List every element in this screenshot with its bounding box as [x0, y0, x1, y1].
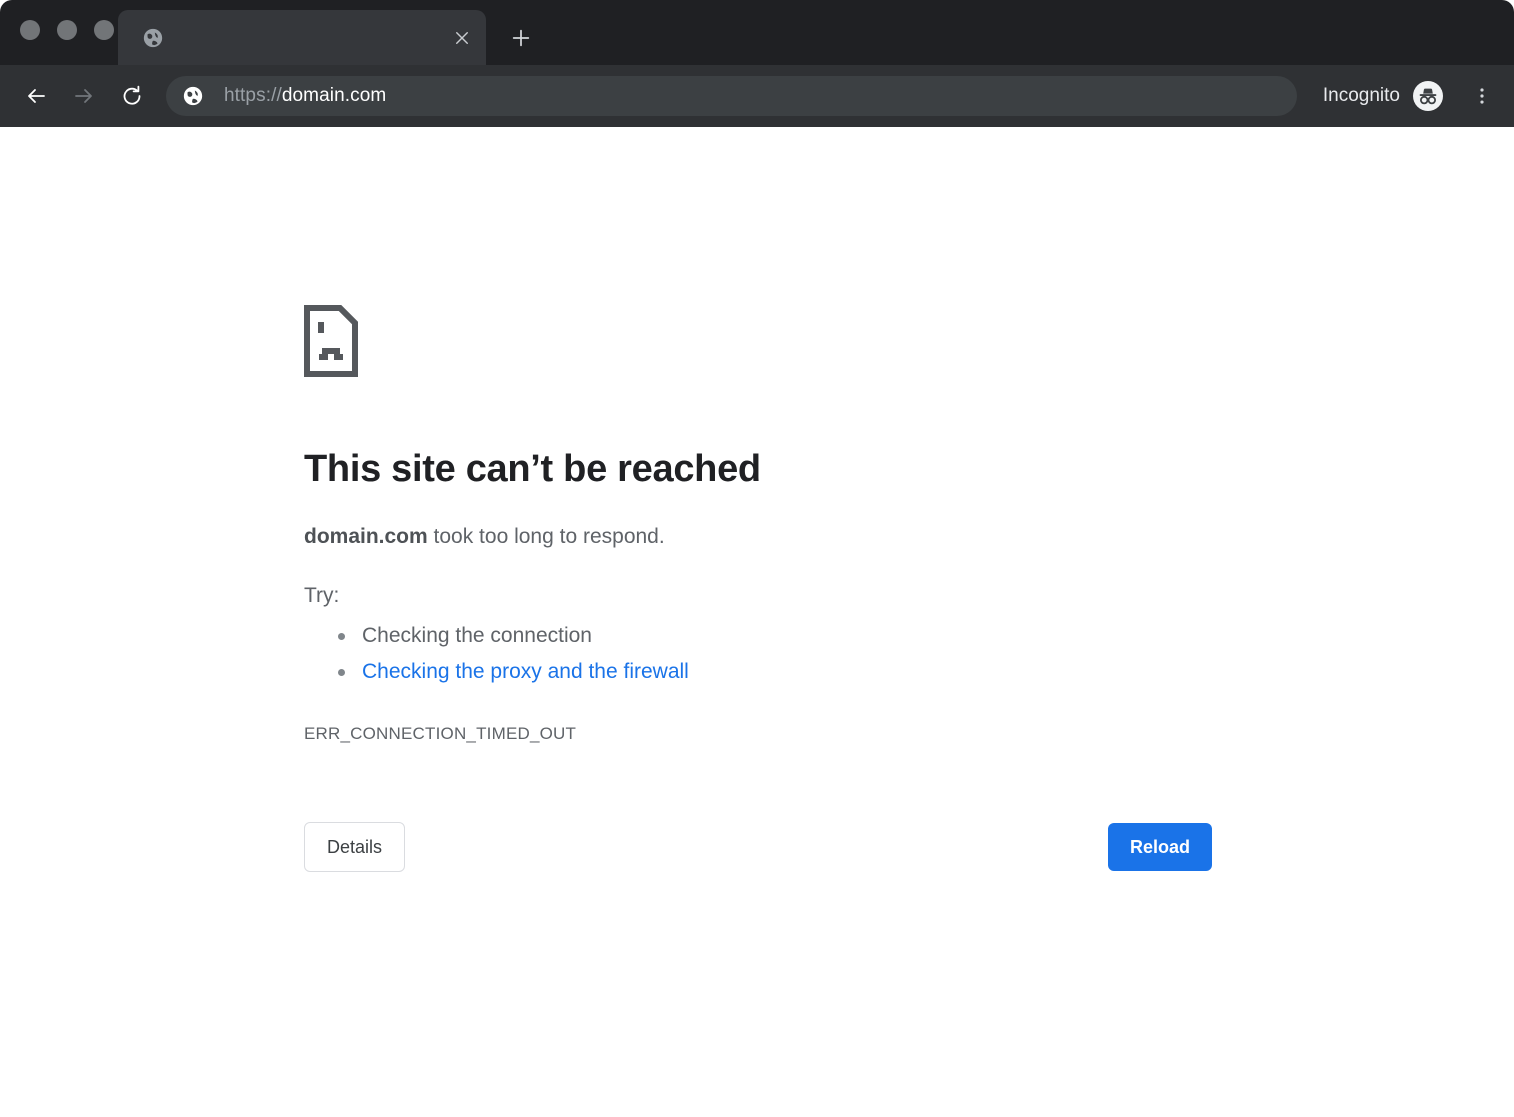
error-content: This site can’t be reached domain.com to…: [304, 305, 1212, 744]
url-host: domain.com: [281, 85, 387, 106]
url-scheme: https://: [224, 85, 282, 106]
reload-page-button[interactable]: Reload: [1107, 823, 1212, 871]
details-button[interactable]: Details: [304, 822, 406, 872]
arrow-left-icon: [28, 89, 45, 103]
globe-icon: [142, 27, 164, 49]
close-tab-icon[interactable]: [448, 24, 476, 52]
address-bar-text: https://domain.com: [224, 85, 386, 107]
reload-icon: [123, 85, 141, 105]
reload-button[interactable]: [112, 76, 152, 116]
minimize-window-button[interactable]: [57, 20, 77, 40]
try-label: Try:: [304, 584, 340, 608]
page-title: This site can’t be reached: [304, 448, 761, 490]
error-host: domain.com: [304, 524, 428, 548]
tab-strip: [0, 0, 1514, 65]
close-window-button[interactable]: [20, 20, 40, 40]
profile-label: Incognito: [1322, 85, 1400, 106]
plus-icon: [512, 29, 530, 47]
browser-tab[interactable]: [118, 10, 486, 65]
suggestion-text: Checking the connection: [362, 624, 592, 648]
address-bar[interactable]: https://domain.com: [166, 76, 1297, 116]
list-item: Checking the proxy and the firewall: [338, 654, 1212, 690]
globe-icon: [182, 85, 204, 107]
sad-page-icon: [304, 305, 358, 377]
suggestion-list: Checking the connection Checking the pro…: [304, 618, 1212, 690]
browser-menu-button[interactable]: [1464, 78, 1500, 114]
new-tab-button[interactable]: [504, 21, 538, 55]
error-subtitle-rest: took too long to respond.: [427, 524, 665, 548]
browser-window: https://domain.com Incognito This site c…: [0, 0, 1514, 1117]
suggestion-link[interactable]: Checking the proxy and the firewall: [362, 660, 689, 683]
incognito-icon: [1412, 80, 1444, 112]
browser-toolbar: https://domain.com Incognito: [0, 65, 1514, 127]
back-button[interactable]: [16, 76, 56, 116]
traffic-lights: [20, 20, 114, 40]
forward-button[interactable]: [64, 76, 104, 116]
maximize-window-button[interactable]: [94, 20, 114, 40]
incognito-profile-chip[interactable]: Incognito: [1317, 76, 1450, 116]
error-code: ERR_CONNECTION_TIMED_OUT: [304, 724, 577, 744]
arrow-right-icon: [75, 89, 92, 103]
three-dots-icon: [1480, 88, 1484, 104]
error-subtitle: domain.com took too long to respond.: [304, 521, 1212, 553]
button-row: Details Reload: [304, 822, 1212, 872]
list-item: Checking the connection: [338, 618, 1212, 654]
error-page: This site can’t be reached domain.com to…: [0, 127, 1514, 1117]
